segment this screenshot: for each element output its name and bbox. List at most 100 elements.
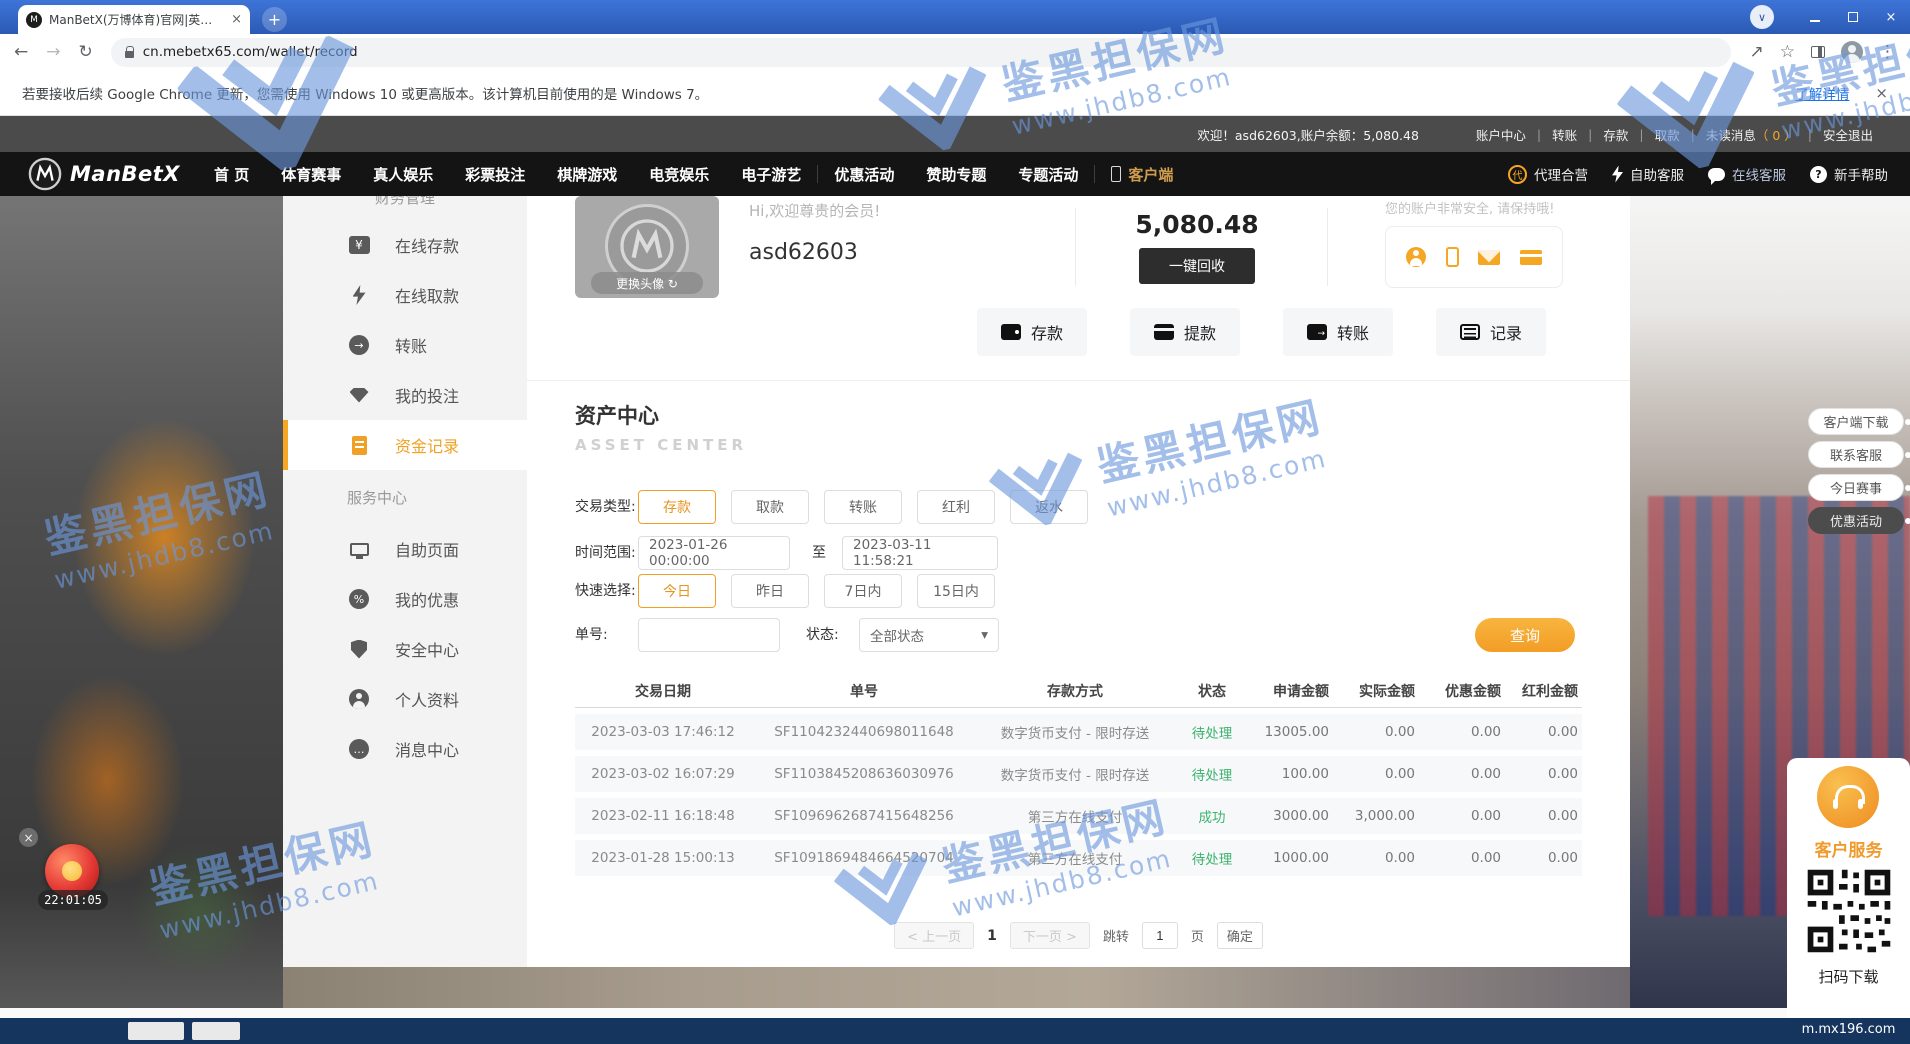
learn-more-link[interactable]: 了解详情	[1795, 83, 1849, 103]
col-header-bonus: 红利金额	[1509, 681, 1582, 701]
taskbar-item[interactable]	[192, 1022, 240, 1040]
order-no-input[interactable]	[638, 618, 780, 652]
nav-item-client-app[interactable]: 客户端	[1095, 164, 1189, 185]
side-tab-client-download[interactable]: 客户端下载	[1808, 408, 1904, 435]
side-panel-icon[interactable]	[1811, 46, 1825, 58]
nav-item-sponsor[interactable]: 赞助专题	[910, 164, 1002, 185]
tab-search-icon[interactable]: ∨	[1750, 5, 1774, 29]
one-key-recover-button[interactable]: 一键回收	[1139, 248, 1255, 284]
type-filter-deposit[interactable]: 存款	[638, 490, 716, 524]
person-verify-icon[interactable]	[1406, 247, 1426, 267]
browser-menu-icon[interactable]: ⋮	[1879, 42, 1896, 62]
bookmark-star-icon[interactable]: ☆	[1780, 42, 1795, 62]
forward-icon[interactable]: →	[46, 42, 60, 62]
userbar-link-account[interactable]: 账户中心	[1465, 125, 1537, 144]
type-filter-rebate[interactable]: 返水	[1010, 490, 1088, 524]
nav-item-board-games[interactable]: 棋牌游戏	[541, 164, 633, 185]
userbar-link-transfer[interactable]: 转账	[1541, 125, 1588, 144]
search-button[interactable]: 查询	[1475, 618, 1575, 652]
nav-item-lottery[interactable]: 彩票投注	[449, 164, 541, 185]
nav-item-home[interactable]: 首 页	[198, 164, 265, 185]
col-header-status: 状态	[1173, 681, 1251, 701]
browser-tab[interactable]: M ManBetX(万博体育)官网|英超狼 ×	[18, 5, 250, 34]
window-minimize-button[interactable]	[1796, 0, 1834, 34]
sidebar-item-online-deposit[interactable]: ¥ 在线存款	[283, 220, 527, 270]
window-close-button[interactable]: ×	[1872, 0, 1910, 34]
sidebar-item-online-withdraw[interactable]: 在线取款	[283, 270, 527, 320]
jump-page-input[interactable]	[1142, 922, 1178, 949]
nav-online-service-link[interactable]: 在线客服	[1708, 164, 1786, 184]
date-to-input[interactable]: 2023-03-11 11:58:21	[842, 536, 998, 570]
tab-close-icon[interactable]: ×	[231, 12, 242, 27]
quick-filter-yesterday[interactable]: 昨日	[731, 574, 809, 608]
sidebar-item-fund-records[interactable]: 资金记录	[283, 420, 527, 470]
side-tab-promotions[interactable]: 优惠活动	[1808, 507, 1904, 534]
notice-close-icon[interactable]: ×	[1875, 84, 1888, 102]
nav-item-sports[interactable]: 体育赛事	[265, 164, 357, 185]
records-button[interactable]: 记录	[1436, 308, 1546, 356]
quick-filter-today[interactable]: 今日	[638, 574, 716, 608]
sidebar-item-my-bets[interactable]: 我的投注	[283, 370, 527, 420]
taskbar-item[interactable]	[128, 1022, 184, 1040]
sidebar-item-self-service-page[interactable]: 自助页面	[283, 524, 527, 574]
nav-help-link[interactable]: ? 新手帮助	[1810, 164, 1888, 184]
type-filter-transfer[interactable]: 转账	[824, 490, 902, 524]
agent-icon: 代	[1508, 165, 1527, 184]
nav-item-live-casino[interactable]: 真人娱乐	[357, 164, 449, 185]
background-left-player-image	[0, 196, 283, 1008]
sidebar-group-service: 服务中心	[347, 487, 407, 508]
status-select[interactable]: 全部状态 ▾	[859, 618, 999, 652]
avatar[interactable]: 更换头像 ↻	[575, 196, 719, 298]
url-text[interactable]: cn.mebetx65.com/wallet/record	[143, 44, 358, 60]
site-logo[interactable]: ManBetX	[28, 157, 180, 191]
sidebar-item-my-promotions[interactable]: % 我的优惠	[283, 574, 527, 624]
nav-self-service-link[interactable]: 自助客服	[1612, 164, 1684, 184]
userbar-link-withdraw[interactable]: 取款	[1644, 125, 1691, 144]
url-bar[interactable]: cn.mebetx65.com/wallet/record	[111, 38, 1731, 67]
scan-download-label: 扫码下载	[1787, 966, 1910, 987]
date-from-input[interactable]: 2023-01-26 00:00:00	[638, 536, 790, 570]
sidebar-item-message-center[interactable]: … 消息中心	[283, 724, 527, 774]
type-filter-bonus[interactable]: 红利	[917, 490, 995, 524]
quick-filter-7days[interactable]: 7日内	[824, 574, 902, 608]
col-header-actual: 实际金额	[1337, 681, 1423, 701]
next-page-button[interactable]: 下一页 >	[1010, 922, 1090, 949]
transfer-button[interactable]: 转账	[1283, 308, 1393, 356]
security-tip: 您的账户非常安全, 请保持哦!	[1385, 198, 1554, 217]
back-icon[interactable]: ←	[14, 42, 28, 62]
side-tab-contact-service[interactable]: 联系客服	[1808, 441, 1904, 468]
mail-verify-icon[interactable]	[1478, 250, 1500, 265]
nav-item-promotions[interactable]: 优惠活动	[818, 164, 910, 185]
phone-verify-icon[interactable]	[1446, 247, 1459, 267]
nav-agent-link[interactable]: 代 代理合营	[1508, 164, 1588, 184]
nav-item-special[interactable]: 专题活动	[1002, 164, 1094, 185]
transfer-wallet-icon	[1307, 324, 1327, 340]
reload-icon[interactable]: ↻	[79, 42, 93, 62]
card-verify-icon[interactable]	[1520, 250, 1542, 265]
side-tab-today-matches[interactable]: 今日赛事	[1808, 474, 1904, 501]
status-badge: 待处理	[1173, 848, 1251, 868]
prev-page-button[interactable]: < 上一页	[894, 922, 974, 949]
userbar-link-deposit[interactable]: 存款	[1592, 125, 1639, 144]
message-circle-icon: …	[347, 739, 371, 759]
userbar-logout[interactable]: 安全退出	[1812, 125, 1884, 144]
share-icon[interactable]: ↗	[1750, 42, 1764, 62]
userbar-unread-messages[interactable]: 未读消息（ 0 ）	[1695, 125, 1808, 144]
withdraw-button[interactable]: 提款	[1130, 308, 1240, 356]
type-filter-withdraw[interactable]: 取款	[731, 490, 809, 524]
browser-profile-avatar[interactable]	[1841, 41, 1863, 63]
window-maximize-button[interactable]	[1834, 0, 1872, 34]
promo-close-icon[interactable]: ×	[19, 828, 38, 847]
new-tab-button[interactable]: +	[262, 7, 287, 32]
pagination: < 上一页 1 下一页 > 跳转 页 确定	[527, 922, 1630, 949]
sidebar-item-security-center[interactable]: 安全中心	[283, 624, 527, 674]
sidebar-item-transfer[interactable]: → 转账	[283, 320, 527, 370]
shield-icon	[347, 640, 371, 659]
deposit-button[interactable]: 存款	[977, 308, 1087, 356]
jump-confirm-button[interactable]: 确定	[1217, 922, 1263, 949]
nav-item-esports[interactable]: 电竞娱乐	[633, 164, 725, 185]
change-avatar-button[interactable]: 更换头像 ↻	[591, 272, 703, 294]
nav-item-slots[interactable]: 电子游艺	[725, 164, 817, 185]
quick-filter-15days[interactable]: 15日内	[917, 574, 995, 608]
sidebar-item-profile[interactable]: 个人资料	[283, 674, 527, 724]
